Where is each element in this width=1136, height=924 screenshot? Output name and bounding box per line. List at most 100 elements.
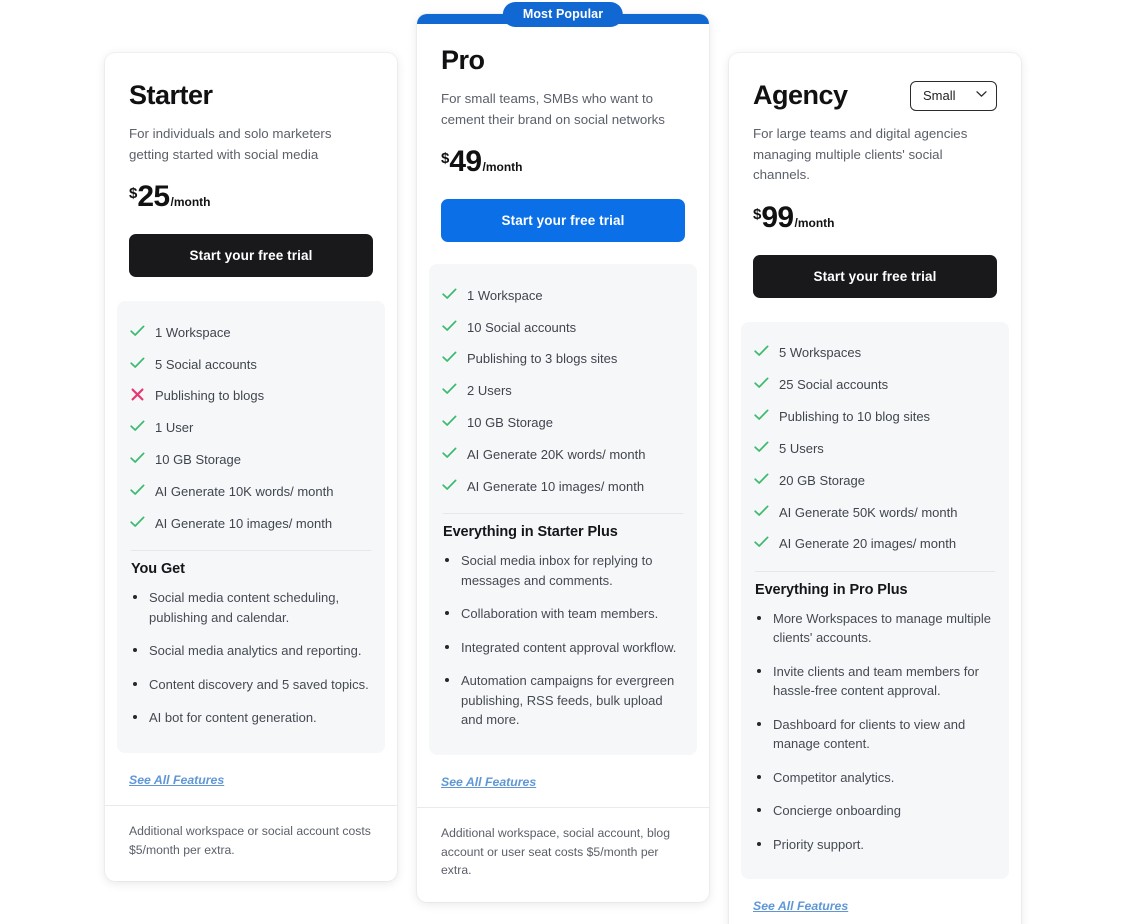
extras-list: Social media inbox for replying to messa… [441,544,685,737]
check-icon [129,420,145,432]
bullet-icon [133,595,137,600]
feature-item: 20 GB Storage [753,465,997,497]
feature-label: Publishing to 10 blog sites [779,409,931,425]
check-icon [129,452,145,464]
agency-size-select[interactable]: SmallMediumLarge [910,81,997,111]
feature-item: Publishing to 10 blog sites [753,402,997,434]
plan-price: $ 25 /month [129,182,373,212]
feature-item: 5 Workspaces [753,338,997,370]
price-currency: $ [753,205,762,223]
feature-panel-pro: 1 Workspace 10 Social accounts Publishing … [429,264,697,755]
feature-label: 5 Users [779,440,824,456]
bullet-icon [757,668,761,673]
extras-label: Concierge onboarding [773,803,901,819]
check-icon [753,536,769,548]
feature-label: 10 Social accounts [467,319,577,335]
start-free-trial-button[interactable]: Start your free trial [441,199,685,243]
extras-label: AI bot for content generation. [149,710,317,726]
plan-title-row: Pro [441,44,685,78]
feature-item: Publishing to blogs [129,381,373,413]
bullet-icon [445,644,449,649]
see-all-features-link[interactable]: See All Features [753,899,848,913]
feature-item: 10 GB Storage [441,408,685,440]
feature-item: 2 Users [441,376,685,408]
feature-item: 25 Social accounts [753,370,997,402]
extras-label: Social media inbox for replying to messa… [461,553,653,588]
see-all-features-link[interactable]: See All Features [129,773,224,787]
start-free-trial-button[interactable]: Start your free trial [129,234,373,278]
extras-label: Invite clients and team members for hass… [773,663,979,699]
see-all-features-row: See All Features [417,755,709,807]
feature-list: 1 Workspace 5 Social accounts Publishing t… [129,317,373,540]
feature-label: 20 GB Storage [779,472,865,488]
agency-size-select-wrap: SmallMediumLarge [910,81,997,111]
price-currency: $ [441,150,450,168]
feature-panel-starter: 1 Workspace 5 Social accounts Publishing t… [117,301,385,753]
extras-item: Social media content scheduling, publish… [129,581,373,634]
bullet-icon [757,721,761,726]
feature-item: 5 Users [753,433,997,465]
feature-label: AI Generate 10 images/ month [155,515,333,531]
divider [131,550,371,552]
extras-item: More Workspaces to manage multiple clien… [753,602,997,655]
pricing-card-agency: Agency SmallMediumLarge For large teams … [729,46,1021,924]
see-all-features-link[interactable]: See All Features [441,775,536,789]
price-period: /month [170,195,211,210]
feature-item: 10 Social accounts [441,312,685,344]
extras-item: Content discovery and 5 saved topics. [129,668,373,702]
check-icon [129,357,145,369]
pricing-card-pro: Most Popular Pro For small teams, SMBs w… [417,2,709,903]
check-icon [441,479,457,491]
check-icon [753,377,769,389]
extras-label: Integrated content approval workflow. [461,639,677,655]
check-icon [753,473,769,485]
check-icon [441,320,457,332]
check-icon [441,447,457,459]
feature-item: Publishing to 3 blogs sites [441,344,685,376]
feature-item: 1 Workspace [441,280,685,312]
check-icon [129,484,145,496]
extras-label: Priority support. [773,836,865,852]
check-icon [753,505,769,517]
feature-item: 10 GB Storage [129,445,373,477]
price-period: /month [482,160,523,175]
check-icon [441,288,457,300]
check-icon [753,409,769,421]
extras-label: Automation campaigns for evergreen publi… [461,673,675,728]
extras-list: Social media content scheduling, publish… [129,581,373,735]
bullet-icon [757,841,761,846]
plan-description: For individuals and solo marketers getti… [129,126,332,162]
feature-label: AI Generate 10 images/ month [467,478,645,494]
feature-label: Publishing to blogs [155,388,265,404]
plan-title-row: Starter [129,79,373,113]
feature-label: 5 Workspaces [779,345,862,361]
extras-label: Collaboration with team members. [461,606,659,622]
card-header-agency: Agency SmallMediumLarge For large teams … [729,53,1021,298]
extras-item: Priority support. [753,828,997,862]
feature-label: AI Generate 20K words/ month [467,446,646,462]
extras-label: Competitor analytics. [773,769,895,785]
bullet-icon [445,611,449,616]
check-icon [441,383,457,395]
feature-item: 1 User [129,413,373,445]
feature-label: AI Generate 50K words/ month [779,504,958,520]
feature-item: AI Generate 20 images/ month [753,529,997,561]
see-all-features-row: See All Features [105,753,397,805]
start-free-trial-button[interactable]: Start your free trial [753,254,997,298]
feature-item: 1 Workspace [129,317,373,349]
cross-icon [129,388,145,401]
feature-item: AI Generate 20K words/ month [441,439,685,471]
extras-label: Dashboard for clients to view and manage… [773,716,966,752]
extras-item: Social media inbox for replying to messa… [441,544,685,597]
feature-item: AI Generate 50K words/ month [753,497,997,529]
check-icon [753,441,769,453]
bullet-icon [133,681,137,686]
bullet-icon [445,678,449,683]
pricing-plans-container: Starter For individuals and solo markete… [0,0,1136,924]
extras-item: Competitor analytics. [753,761,997,795]
extras-heading: Everything in Pro Plus [755,581,908,598]
extras-item: Collaboration with team members. [441,597,685,631]
bullet-icon [133,648,137,653]
check-icon [129,325,145,337]
plan-title-row: Agency SmallMediumLarge [753,79,997,113]
